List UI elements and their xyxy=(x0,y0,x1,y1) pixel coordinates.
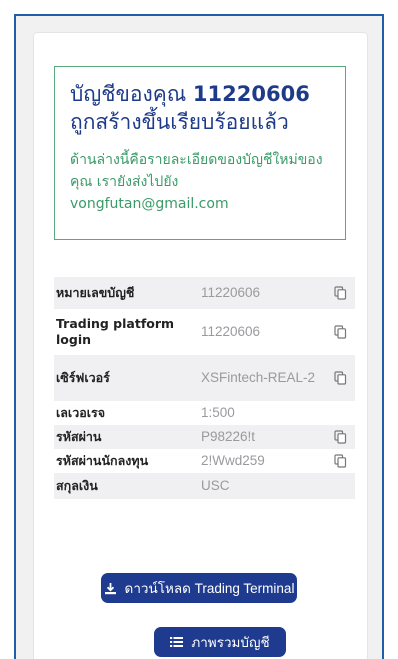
detail-row-server: เซิร์ฟเวอร์ XSFintech-REAL-2 xyxy=(54,355,355,401)
detail-row-account-number: หมายเลขบัญชี 11220606 xyxy=(54,277,355,309)
detail-row-password: รหัสผ่าน P98226!t xyxy=(54,425,355,449)
detail-value: USC xyxy=(201,478,230,493)
account-number: 11220606 xyxy=(192,82,310,106)
detail-row-platform-login: Trading platform login 11220606 xyxy=(54,309,355,355)
list-icon xyxy=(170,636,184,648)
account-card: บัญชีของคุณ 11220606 ถูกสร้างขึ้นเรียบร้… xyxy=(34,33,367,659)
success-description: ด้านล่างนี้คือรายละเอียดของบัญชีใหม่ของค… xyxy=(70,152,323,212)
account-details-table: หมายเลขบัญชี 11220606 Trading platform l… xyxy=(54,277,355,499)
detail-value: 1:500 xyxy=(201,405,235,420)
copy-icon[interactable] xyxy=(325,430,355,444)
detail-label: Trading platform login xyxy=(56,316,175,347)
title-suffix: ถูกสร้างขึ้นเรียบร้อยแล้ว xyxy=(70,110,289,134)
detail-value: 11220606 xyxy=(201,285,261,300)
detail-row-investor-password: รหัสผ่านนักลงทุน 2!Wwd259 xyxy=(54,449,355,473)
detail-value: 11220606 xyxy=(201,324,261,339)
detail-label: รหัสผ่าน xyxy=(56,429,102,444)
detail-value: XSFintech-REAL-2 xyxy=(201,370,316,385)
detail-label: เลเวอเรจ xyxy=(56,405,106,420)
window-frame: บัญชีของคุณ 11220606 ถูกสร้างขึ้นเรียบร้… xyxy=(14,14,384,659)
detail-label: หมายเลขบัญชี xyxy=(56,285,135,300)
copy-icon[interactable] xyxy=(325,371,355,385)
download-terminal-button[interactable]: ดาวน์โหลด Trading Terminal xyxy=(101,573,297,603)
copy-icon[interactable] xyxy=(325,454,355,468)
detail-row-currency: สกุลเงิน USC xyxy=(54,473,355,499)
download-icon xyxy=(104,582,117,595)
detail-value: 2!Wwd259 xyxy=(201,453,265,468)
detail-label: เซิร์ฟเวอร์ xyxy=(56,370,110,385)
account-overview-button[interactable]: ภาพรวมบัญชี xyxy=(154,627,286,657)
copy-icon[interactable] xyxy=(325,286,355,300)
success-title: บัญชีของคุณ 11220606 ถูกสร้างขึ้นเรียบร้… xyxy=(70,80,340,136)
copy-icon[interactable] xyxy=(325,325,355,339)
detail-value: P98226!t xyxy=(201,429,256,444)
success-message: บัญชีของคุณ 11220606 ถูกสร้างขึ้นเรียบร้… xyxy=(54,66,346,240)
detail-row-leverage: เลเวอเรจ 1:500 xyxy=(54,401,355,425)
title-prefix: บัญชีของคุณ xyxy=(70,82,187,106)
page: บัญชีของคุณ 11220606 ถูกสร้างขึ้นเรียบร้… xyxy=(0,0,398,659)
detail-label: สกุลเงิน xyxy=(56,478,98,493)
download-terminal-label: ดาวน์โหลด Trading Terminal xyxy=(124,581,295,596)
account-overview-label: ภาพรวมบัญชี xyxy=(191,635,270,650)
detail-label: รหัสผ่านนักลงทุน xyxy=(56,453,149,468)
